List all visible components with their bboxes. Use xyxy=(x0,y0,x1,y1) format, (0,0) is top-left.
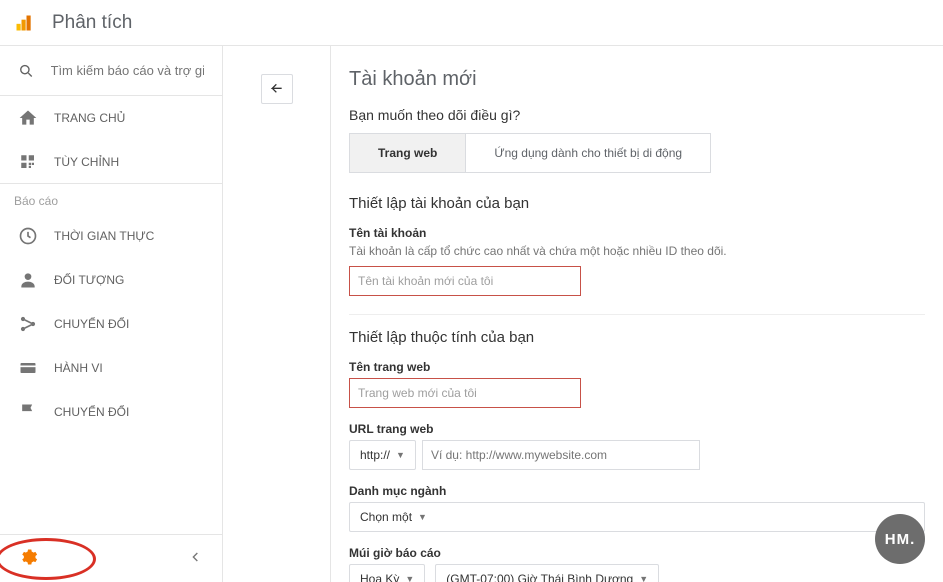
back-column xyxy=(223,46,331,582)
caret-down-icon: ▼ xyxy=(639,574,648,582)
arrow-left-icon xyxy=(269,81,285,97)
caret-down-icon: ▼ xyxy=(418,512,427,522)
category-select[interactable]: Chọn một ▼ xyxy=(349,502,925,532)
account-setup-title: Thiết lập tài khoản của bạn xyxy=(349,195,925,212)
fab-badge[interactable]: HM. xyxy=(875,514,925,564)
account-name-help: Tài khoản là cấp tổ chức cao nhất và chứ… xyxy=(349,244,925,258)
sidebar: TRANG CHỦ TÙY CHỈNH Báo cáo THỜI GIAN TH… xyxy=(0,46,223,582)
annotation-ellipse xyxy=(0,538,96,580)
category-label: Danh mục ngành xyxy=(349,484,925,498)
sidebar-footer xyxy=(0,534,222,582)
page-title: Tài khoản mới xyxy=(349,68,925,91)
app-header: Phân tích xyxy=(0,0,943,46)
search-input[interactable] xyxy=(51,63,205,78)
nav-audience-label: ĐỐI TƯỢNG xyxy=(54,273,124,287)
analytics-logo-icon xyxy=(14,13,34,33)
nav-acquisition[interactable]: CHUYỂN ĐỔI xyxy=(0,302,222,346)
tab-website[interactable]: Trang web xyxy=(350,134,465,172)
person-icon xyxy=(18,270,38,290)
nav-custom[interactable]: TÙY CHỈNH xyxy=(0,140,222,184)
tz-country-value: Hoa Kỳ xyxy=(360,572,399,582)
protocol-select[interactable]: http:// ▼ xyxy=(349,440,416,470)
nav-behavior-label: HÀNH VI xyxy=(54,361,103,375)
track-question: Bạn muốn theo dõi điều gì? xyxy=(349,107,925,123)
account-name-input[interactable] xyxy=(349,266,581,296)
search-row[interactable] xyxy=(0,46,222,96)
tz-value: (GMT-07:00) Giờ Thái Bình Dương xyxy=(446,572,633,582)
nav-home[interactable]: TRANG CHỦ xyxy=(0,96,222,140)
nav-home-label: TRANG CHỦ xyxy=(54,111,125,125)
divider xyxy=(349,314,925,315)
nav-audience[interactable]: ĐỐI TƯỢNG xyxy=(0,258,222,302)
app-title: Phân tích xyxy=(52,12,132,34)
nav-conversions[interactable]: CHUYỂN ĐỔI xyxy=(0,390,222,434)
caret-down-icon: ▼ xyxy=(396,450,405,460)
home-icon xyxy=(18,108,38,128)
share-icon xyxy=(18,314,38,334)
tz-country-select[interactable]: Hoa Kỳ ▼ xyxy=(349,564,425,582)
site-name-input[interactable] xyxy=(349,378,581,408)
nav-realtime[interactable]: THỜI GIAN THỰC xyxy=(0,214,222,258)
search-icon xyxy=(18,61,35,81)
timezone-label: Múi giờ báo cáo xyxy=(349,546,925,560)
reports-section-label: Báo cáo xyxy=(0,184,222,214)
nav-custom-label: TÙY CHỈNH xyxy=(54,155,119,169)
property-setup-title: Thiết lập thuộc tính của bạn xyxy=(349,329,925,346)
account-name-label: Tên tài khoản xyxy=(349,226,925,240)
url-label: URL trang web xyxy=(349,422,925,436)
caret-down-icon: ▼ xyxy=(405,574,414,582)
nav-realtime-label: THỜI GIAN THỰC xyxy=(54,229,154,243)
protocol-value: http:// xyxy=(360,448,390,462)
clock-icon xyxy=(18,226,38,246)
flag-icon xyxy=(18,402,38,422)
nav-conversions-label: CHUYỂN ĐỔI xyxy=(54,405,129,419)
tab-mobile-app[interactable]: Ứng dụng dành cho thiết bị di động xyxy=(465,134,710,172)
tz-value-select[interactable]: (GMT-07:00) Giờ Thái Bình Dương ▼ xyxy=(435,564,659,582)
card-icon xyxy=(18,358,38,378)
gear-icon[interactable] xyxy=(18,547,38,570)
nav-acquisition-label: CHUYỂN ĐỔI xyxy=(54,317,129,331)
url-input[interactable] xyxy=(422,440,700,470)
dashboard-icon xyxy=(18,152,38,172)
chevron-left-icon[interactable] xyxy=(188,549,204,568)
track-type-toggle: Trang web Ứng dụng dành cho thiết bị di … xyxy=(349,133,711,173)
nav-behavior[interactable]: HÀNH VI xyxy=(0,346,222,390)
site-name-label: Tên trang web xyxy=(349,360,925,374)
main-content: Tài khoản mới Bạn muốn theo dõi điều gì?… xyxy=(331,46,943,582)
category-value: Chọn một xyxy=(360,510,412,524)
back-button[interactable] xyxy=(261,74,293,104)
